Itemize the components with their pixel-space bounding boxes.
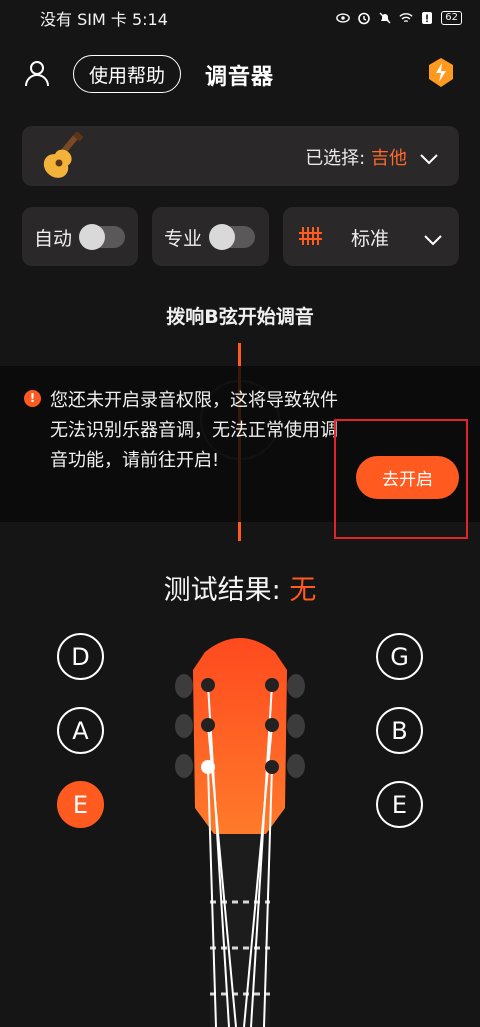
test-result: 测试结果: 无 [0, 568, 480, 607]
chevron-down-icon[interactable] [423, 231, 443, 246]
tuning-label: 标准 [351, 228, 390, 250]
selected-instrument-value: 吉他 [371, 148, 407, 169]
user-icon[interactable] [22, 58, 52, 88]
string-button-d[interactable]: D [57, 633, 104, 680]
string-button-b[interactable]: B [376, 707, 423, 754]
page-title: 调音器 [205, 65, 275, 90]
tuning-grid-icon [297, 224, 323, 248]
string-button-low-e[interactable]: E [57, 781, 104, 828]
highlight-box [334, 419, 468, 539]
status-bar: 没有 SIM 卡 5:14 62 [0, 0, 480, 36]
pro-switch[interactable] [209, 224, 255, 250]
status-icons: 62 [336, 11, 462, 25]
auto-label: 自动 [34, 228, 73, 250]
string-button-a[interactable]: A [57, 707, 104, 754]
result-label: 测试结果: [163, 575, 281, 606]
pluck-hint: 拨响B弦开始调音 [166, 306, 314, 328]
guitar-icon [36, 130, 90, 184]
auto-switch[interactable] [79, 224, 125, 250]
sim-alert-icon [420, 11, 434, 25]
auto-toggle-card[interactable]: 自动 [22, 207, 138, 266]
pro-toggle-card[interactable]: 专业 [152, 207, 269, 266]
permission-message: 您还未开启录音权限，这将导致软件 无法识别乐器音调，无法正常使用调音功能，请前往… [50, 390, 338, 471]
selected-instrument: 已选择: 吉他 [305, 144, 407, 170]
instrument-selector[interactable]: 已选择: 吉他 [22, 126, 459, 186]
switch-knob [79, 224, 105, 250]
string-button-high-e[interactable]: E [376, 781, 423, 828]
tuning-selector[interactable]: 标准 [283, 207, 459, 266]
eye-icon [336, 11, 351, 25]
status-carrier-time: 没有 SIM 卡 5:14 [40, 10, 168, 29]
result-value: 无 [289, 575, 317, 606]
alert-icon: ! [24, 390, 41, 407]
help-button[interactable]: 使用帮助 [73, 55, 181, 93]
vip-diamond-icon[interactable] [426, 56, 456, 90]
switch-knob [209, 224, 235, 250]
top-bar: 使用帮助 调音器 [0, 52, 480, 96]
string-button-g[interactable]: G [376, 633, 423, 680]
selected-prefix: 已选择: [305, 148, 366, 169]
guitar-headstock [160, 630, 320, 1027]
alarm-icon [357, 11, 371, 25]
wifi-icon [399, 11, 413, 25]
pro-label: 专业 [164, 228, 203, 250]
chevron-down-icon[interactable] [419, 150, 439, 165]
battery-indicator: 62 [441, 11, 462, 25]
mute-bell-icon [378, 11, 392, 25]
